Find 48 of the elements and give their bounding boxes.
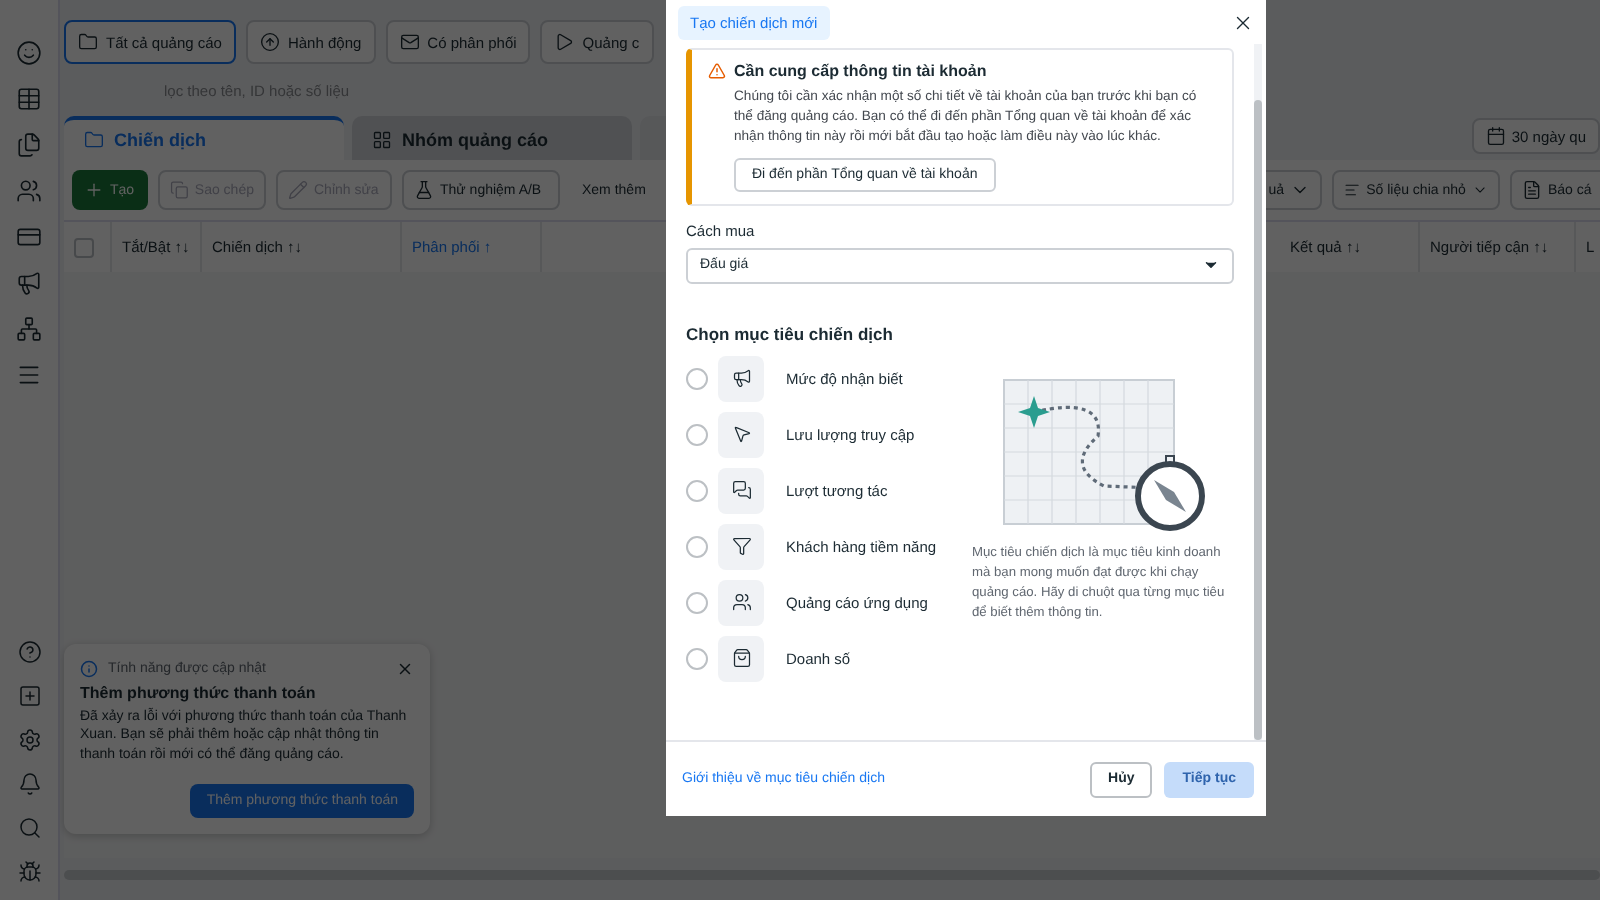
help-icon[interactable] [17,640,41,664]
chat-icon [731,480,751,501]
radio-button[interactable] [686,535,708,558]
funnel-icon [731,536,751,557]
table-icon[interactable] [16,86,42,112]
bug-icon[interactable] [17,860,41,884]
info-icon [80,659,98,678]
flask-icon [414,180,434,200]
shopping-bag-icon [731,648,751,669]
radio-button[interactable] [686,367,708,390]
people-icon [731,592,751,613]
smiley-icon[interactable] [16,40,42,66]
megaphone-icon[interactable] [16,270,42,296]
radio-button[interactable] [686,591,708,614]
report-icon [1522,180,1542,200]
warning-title: Cần cung cấp thông tin tài khoản [734,62,987,80]
calendar-icon [1485,126,1506,146]
network-icon[interactable] [16,316,42,342]
people-icon[interactable] [16,178,42,204]
search-icon[interactable] [17,816,41,840]
section-title: Chọn mục tiêu chiến dịch [686,323,895,344]
cursor-icon [731,424,751,445]
play-icon [554,32,575,52]
notification-title: Thêm phương thức thanh toán [80,683,318,702]
add-icon[interactable] [17,684,41,708]
folder-icon [78,32,98,52]
pencil-icon [288,180,308,200]
checkbox[interactable] [74,237,94,257]
level-tab[interactable]: Nhóm quảng cáo [352,116,632,160]
radio-button[interactable] [686,479,708,502]
card-icon[interactable] [16,224,42,250]
radio-button[interactable] [686,647,708,670]
level-tab[interactable]: Chiến dịch [64,116,344,160]
bell-icon[interactable] [17,772,41,796]
envelope-icon [399,32,420,52]
folder-icon [84,130,104,150]
grid-icon [372,130,392,150]
lines-icon [1344,180,1361,200]
documents-icon[interactable] [16,132,42,158]
close-icon[interactable] [1232,11,1254,33]
settings-icon[interactable] [17,728,41,752]
warning-icon [708,62,726,80]
radio-button[interactable] [686,423,708,446]
megaphone-icon [731,368,751,389]
arrow-up-circle-icon [259,32,280,52]
menu-icon[interactable] [16,362,42,388]
plus-icon [84,180,104,200]
copy-icon [170,180,189,200]
